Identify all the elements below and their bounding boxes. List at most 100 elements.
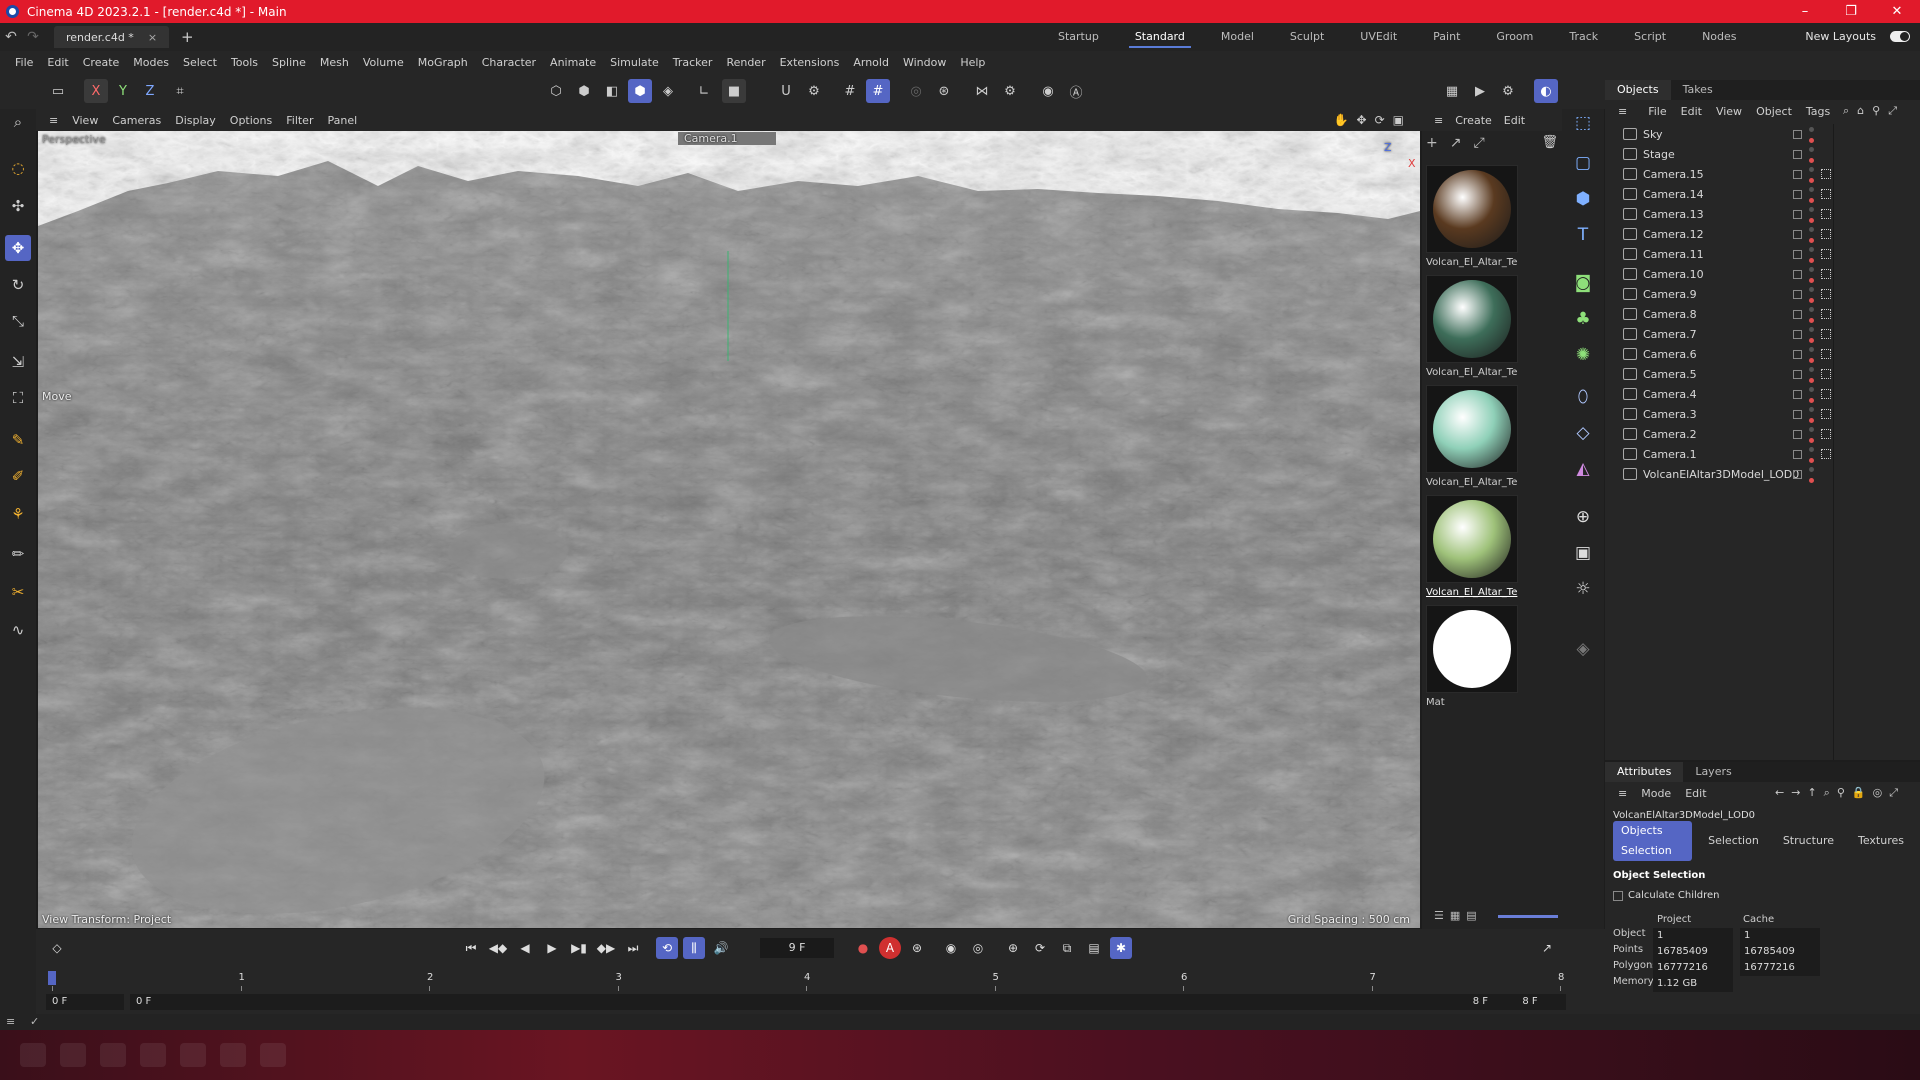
previous-key-icon[interactable]: ◀◆ <box>487 937 509 959</box>
texture-mode-icon[interactable]: ■ <box>722 79 746 103</box>
tab-objects[interactable]: Objects <box>1605 80 1671 100</box>
render-visibility-dot[interactable] <box>1809 438 1814 443</box>
visibility-checkbox[interactable] <box>1793 269 1802 279</box>
menu-create[interactable]: Create <box>76 56 127 69</box>
motion-tool-icon[interactable]: ✱ <box>1110 937 1132 959</box>
playhead[interactable] <box>48 971 56 985</box>
new-layouts-label[interactable]: New Layouts <box>1805 23 1876 51</box>
transfer-tool-icon[interactable]: ⇲ <box>5 349 31 375</box>
clapboard-icon[interactable]: ▭ <box>46 79 70 103</box>
rotate-tool-icon[interactable]: ↻ <box>5 272 31 298</box>
object-row[interactable]: Stage <box>1605 144 1920 164</box>
visibility-checkbox[interactable] <box>1793 169 1802 179</box>
layout-tab-track[interactable]: Track <box>1551 23 1616 51</box>
object-row[interactable]: Camera.13 <box>1605 204 1920 224</box>
play-icon[interactable]: ▶ <box>541 937 563 959</box>
visibility-checkbox[interactable] <box>1793 469 1802 479</box>
redo-icon[interactable]: ↷ <box>22 29 44 45</box>
editor-visibility-dot[interactable] <box>1809 467 1814 472</box>
editor-visibility-dot[interactable] <box>1809 407 1814 412</box>
snap-settings-icon[interactable]: ⚙ <box>802 79 826 103</box>
layout-tab-groom[interactable]: Groom <box>1478 23 1551 51</box>
visibility-checkbox[interactable] <box>1793 329 1802 339</box>
place-tool-icon[interactable]: ⛶ <box>5 385 31 411</box>
null-object-icon[interactable]: ⬚ <box>1569 109 1597 137</box>
editor-visibility-dot[interactable] <box>1809 147 1814 152</box>
tab-attributes[interactable]: Attributes <box>1605 762 1684 782</box>
visibility-checkbox[interactable] <box>1793 249 1802 259</box>
record-icon[interactable]: ● <box>852 937 874 959</box>
taskbar-app-icon[interactable] <box>220 1043 246 1067</box>
live-selection-icon[interactable]: ◌ <box>5 155 31 181</box>
object-row[interactable]: Camera.1 <box>1605 444 1920 464</box>
search-icon[interactable]: ⌕ <box>5 109 31 135</box>
editor-visibility-dot[interactable] <box>1809 447 1814 452</box>
editor-visibility-dot[interactable] <box>1809 387 1814 392</box>
menu-simulate[interactable]: Simulate <box>603 56 666 69</box>
render-visibility-dot[interactable] <box>1809 158 1814 163</box>
current-frame-field[interactable]: 9 F <box>760 938 834 958</box>
y-axis-lock-button[interactable]: Y <box>111 79 135 103</box>
menu-file[interactable]: File <box>8 56 40 69</box>
target-tag-icon[interactable] <box>1821 249 1831 259</box>
menu-modes[interactable]: Modes <box>126 56 176 69</box>
sound-icon[interactable]: 🔊 <box>710 937 732 959</box>
selection-tools-icon[interactable]: ✣ <box>5 193 31 219</box>
deformer-icon[interactable]: ⬯ <box>1569 383 1597 411</box>
generator-tools-icon[interactable]: ⚘ <box>5 501 31 527</box>
object-row[interactable]: Camera.9 <box>1605 284 1920 304</box>
render-settings-icon[interactable]: ◉ <box>1036 79 1060 103</box>
maximize-button[interactable]: ❐ <box>1828 0 1874 23</box>
menu-select[interactable]: Select <box>176 56 224 69</box>
render-visibility-dot[interactable] <box>1809 138 1814 143</box>
range-bar[interactable]: 0 F 8 F <box>130 994 1502 1010</box>
layout-tab-script[interactable]: Script <box>1616 23 1684 51</box>
menu-mograph[interactable]: MoGraph <box>411 56 475 69</box>
timeline-graph-icon[interactable]: ↗ <box>1536 937 1558 959</box>
layout-tab-uvedit[interactable]: UVEdit <box>1342 23 1415 51</box>
render-visibility-dot[interactable] <box>1809 258 1814 263</box>
status-check-icon[interactable]: ✓ <box>30 1015 39 1028</box>
tab-takes[interactable]: Takes <box>1671 80 1725 100</box>
knife-tool-icon[interactable]: ✂ <box>5 579 31 605</box>
visibility-checkbox[interactable] <box>1793 209 1802 219</box>
z-axis-lock-button[interactable]: Z <box>138 79 162 103</box>
uv-mode-icon[interactable]: ◈ <box>656 79 680 103</box>
paint-stroke-icon[interactable]: ∿ <box>5 617 31 643</box>
coordinate-system-icon[interactable]: ⌗ <box>168 79 192 103</box>
object-menu-tags[interactable]: Tags <box>1799 105 1837 118</box>
key-param-icon[interactable]: ⟳ <box>1029 937 1051 959</box>
object-row[interactable]: Camera.12 <box>1605 224 1920 244</box>
editor-visibility-dot[interactable] <box>1809 427 1814 432</box>
end-frame-field[interactable]: 8 F <box>1488 994 1566 1010</box>
layout-tab-paint[interactable]: Paint <box>1415 23 1478 51</box>
polygons-mode-icon[interactable]: ◧ <box>600 79 624 103</box>
menu-window[interactable]: Window <box>896 56 953 69</box>
material-hamburger-icon[interactable]: ≡ <box>1428 114 1449 127</box>
visibility-checkbox[interactable] <box>1793 229 1802 239</box>
move-tool-icon[interactable]: ✥ <box>5 235 31 261</box>
material-swatch[interactable]: Volcan_El_Altar_Te <box>1426 275 1518 378</box>
object-row[interactable]: Camera.11 <box>1605 244 1920 264</box>
object-row[interactable]: Camera.7 <box>1605 324 1920 344</box>
visibility-checkbox[interactable] <box>1793 289 1802 299</box>
solo-mode-icon[interactable]: ⊛ <box>932 79 956 103</box>
editor-visibility-dot[interactable] <box>1809 207 1814 212</box>
spline-tools-icon[interactable]: ✐ <box>5 463 31 489</box>
editor-visibility-dot[interactable] <box>1809 167 1814 172</box>
target-tag-icon[interactable] <box>1821 309 1831 319</box>
active-camera-label[interactable]: Camera.1 <box>678 132 776 145</box>
taskbar-app-icon[interactable] <box>260 1043 286 1067</box>
camera-object-icon[interactable]: ▣ <box>1569 539 1597 567</box>
taskbar-app-icon[interactable] <box>100 1043 126 1067</box>
viewport-render-icon[interactable]: ◐ <box>1534 79 1558 103</box>
render-visibility-dot[interactable] <box>1809 278 1814 283</box>
visibility-checkbox[interactable] <box>1793 349 1802 359</box>
layout-tab-nodes[interactable]: Nodes <box>1684 23 1754 51</box>
taskbar-app-icon[interactable] <box>180 1043 206 1067</box>
key-position-icon[interactable]: ◉ <box>940 937 962 959</box>
volume-icon[interactable]: ◭ <box>1569 455 1597 483</box>
visibility-checkbox[interactable] <box>1793 429 1802 439</box>
visibility-checkbox[interactable] <box>1793 369 1802 379</box>
edges-mode-icon[interactable]: ⬢ <box>572 79 596 103</box>
